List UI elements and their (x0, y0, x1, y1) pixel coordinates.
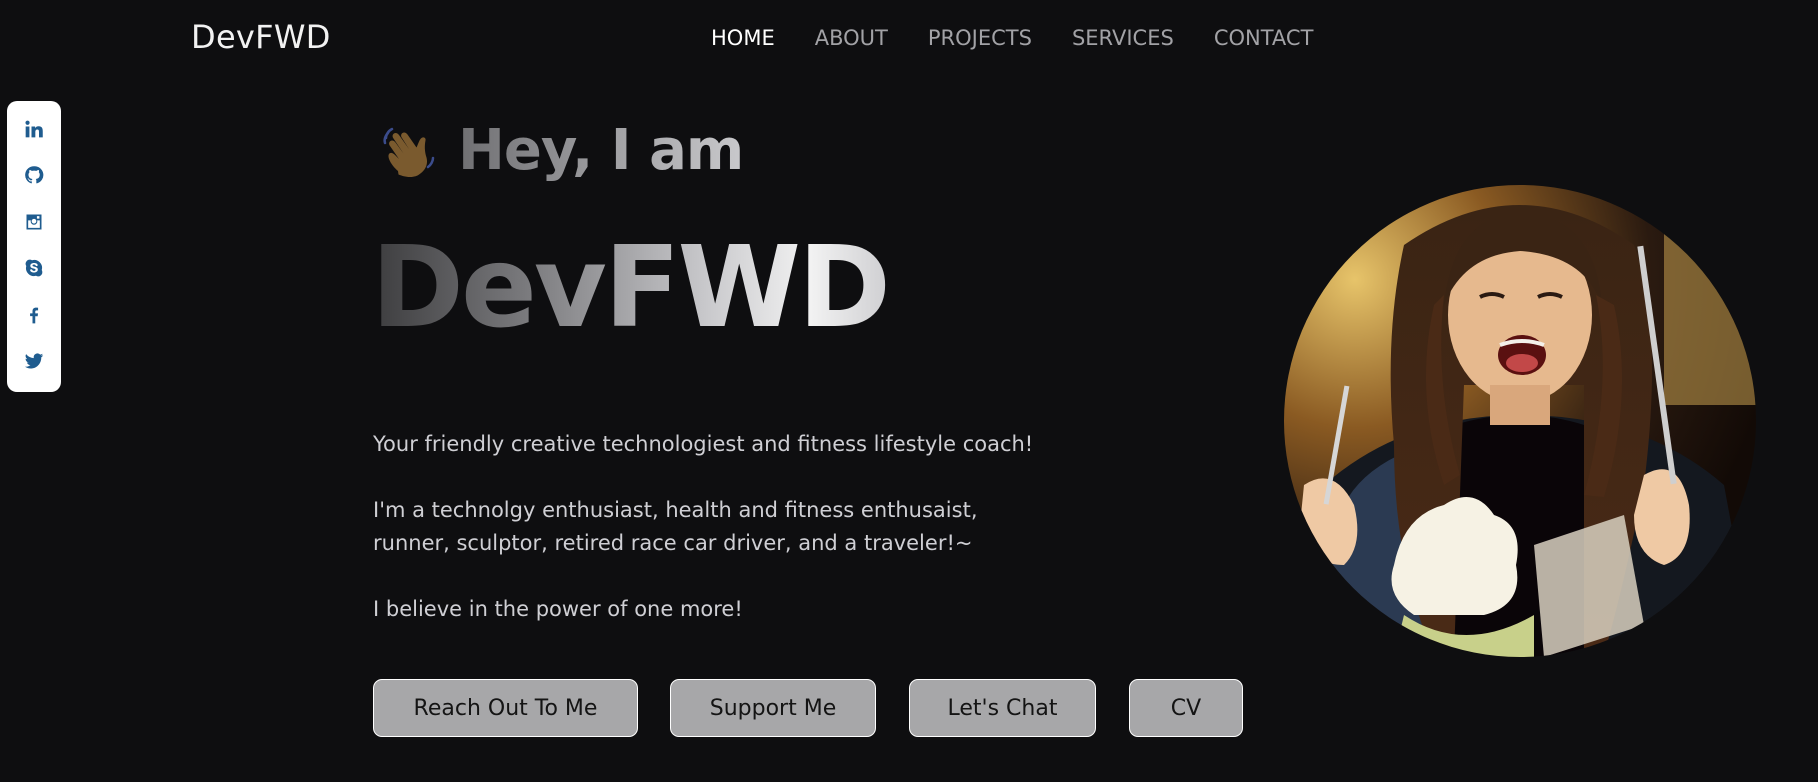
main-nav: HOME ABOUT PROJECTS SERVICES CONTACT (711, 26, 1353, 50)
github-icon[interactable] (17, 160, 51, 192)
page: DevFWD HOME ABOUT PROJECTS SERVICES CONT… (0, 0, 1818, 782)
nav-item-services[interactable]: SERVICES (1072, 26, 1174, 50)
skype-icon[interactable] (17, 253, 51, 285)
hero-name: DevFWD (371, 223, 891, 353)
greeting-text: Hey, I am (458, 118, 744, 183)
linkedin-icon[interactable] (17, 113, 51, 145)
nav-item-projects[interactable]: PROJECTS (928, 26, 1032, 50)
lets-chat-button[interactable]: Let's Chat (909, 679, 1096, 737)
site-logo[interactable]: DevFWD (191, 18, 331, 56)
nav-item-about[interactable]: ABOUT (815, 26, 888, 50)
social-links-bar (7, 101, 61, 392)
profile-photo (1284, 185, 1756, 657)
bio-motto: I believe in the power of one more! (373, 597, 743, 621)
nav-item-home[interactable]: HOME (711, 26, 775, 50)
nav-item-contact[interactable]: CONTACT (1214, 26, 1314, 50)
facebook-icon[interactable] (17, 299, 51, 331)
support-me-button[interactable]: Support Me (670, 679, 876, 737)
reach-out-button[interactable]: Reach Out To Me (373, 679, 638, 737)
hero-greeting: Hey, I am (378, 118, 744, 183)
twitter-icon[interactable] (17, 346, 51, 378)
instagram-icon[interactable] (17, 206, 51, 238)
bio: Your friendly creative technologiest and… (373, 428, 1093, 659)
bio-description: I'm a technolgy enthusiast, health and f… (373, 498, 978, 555)
waving-hand-icon (383, 127, 435, 177)
bio-tagline: Your friendly creative technologiest and… (373, 432, 1034, 456)
cv-button[interactable]: CV (1129, 679, 1243, 737)
